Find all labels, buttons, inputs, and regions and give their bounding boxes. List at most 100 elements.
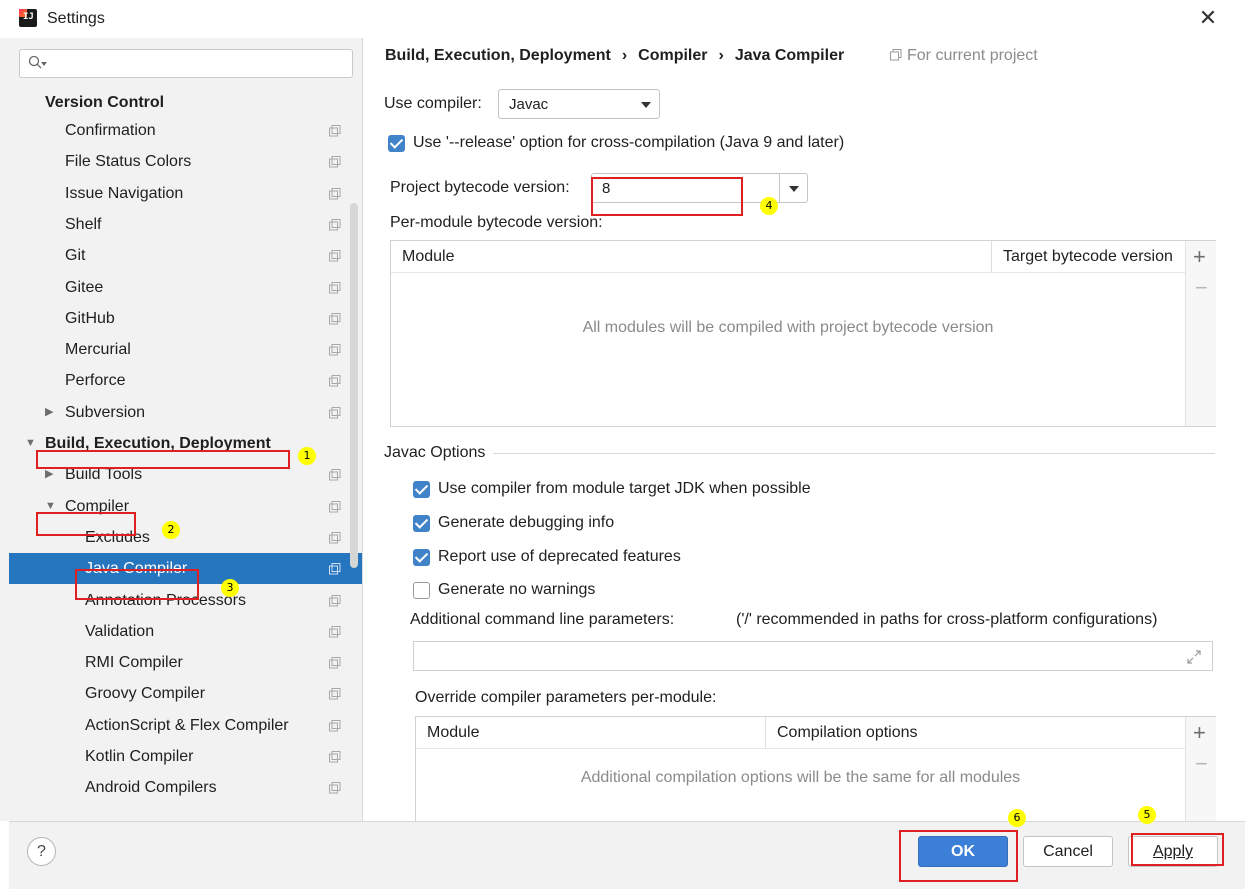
tree-item-issue-navigation[interactable]: Issue Navigation — [9, 178, 362, 209]
breadcrumb-item-current: Java Compiler — [734, 47, 845, 64]
project-scope-copy-icon — [329, 187, 341, 200]
use-compiler-value: Javac — [509, 96, 549, 113]
help-button[interactable]: ? — [27, 837, 56, 866]
sidebar-scrollbar[interactable] — [350, 203, 358, 568]
tree-item-excludes[interactable]: Excludes — [9, 522, 362, 553]
apply-button[interactable]: Apply — [1128, 836, 1218, 867]
javac-option-checkbox[interactable] — [413, 481, 430, 498]
project-scope-copy-icon — [329, 531, 341, 544]
additional-params-hint: ('/' recommended in paths for cross-plat… — [736, 611, 1158, 628]
tree-item-label: Confirmation — [65, 122, 156, 139]
annotation-marker: 5 — [1138, 806, 1156, 824]
tree-item-subversion[interactable]: ▶ Subversion — [9, 397, 362, 428]
project-scope-copy-icon — [329, 500, 341, 513]
tree-item-rmi-compiler[interactable]: RMI Compiler — [9, 647, 362, 678]
use-compiler-select[interactable]: Javac — [498, 89, 660, 119]
project-scope-copy-icon — [329, 125, 341, 137]
table-toolbar: + − — [1185, 241, 1216, 426]
bytecode-version-combobox[interactable]: 8 — [591, 173, 808, 203]
override-params-table[interactable]: Module Compilation options Additional co… — [415, 716, 1216, 826]
bytecode-version-label: Project bytecode version: — [390, 179, 570, 196]
column-divider — [991, 241, 992, 272]
tree-item-compiler[interactable]: ▼ Compiler — [9, 491, 362, 522]
annotation-marker: 3 — [221, 579, 239, 597]
javac-option-label: Report use of deprecated features — [438, 548, 681, 565]
remove-icon[interactable]: − — [1195, 753, 1208, 775]
tree-item-file-status-colors[interactable]: File Status Colors — [9, 146, 362, 177]
tree-item-label: Subversion — [65, 403, 146, 421]
project-scope-copy-icon — [329, 782, 341, 794]
tree-item-java-compiler[interactable]: Java Compiler — [9, 553, 362, 585]
combobox-divider — [779, 174, 780, 202]
remove-icon[interactable]: − — [1195, 277, 1208, 299]
bytecode-version-value[interactable]: 8 — [602, 180, 610, 197]
expand-arrow-down-icon[interactable]: ▼ — [25, 428, 36, 459]
tree-item-annotation-processors[interactable]: Annotation Processors — [9, 585, 362, 616]
project-scope-copy-icon — [329, 688, 341, 700]
expand-arrow-right-icon[interactable]: ▶ — [45, 459, 53, 490]
project-scope-copy-icon — [329, 250, 341, 262]
tree-item-label: Mercurial — [65, 341, 131, 359]
tree-item-label: File Status Colors — [65, 153, 192, 171]
add-icon[interactable]: + — [1193, 722, 1206, 744]
tree-item-label: Git — [65, 247, 86, 265]
project-scope-copy-icon — [329, 375, 341, 387]
javac-option-checkbox[interactable] — [413, 515, 430, 532]
app-icon-text: IJ — [23, 12, 34, 22]
header-divider — [391, 272, 1185, 273]
tree-item-mercurial[interactable]: Mercurial — [9, 334, 362, 365]
table-header-module[interactable]: Module — [402, 241, 454, 272]
column-divider — [765, 717, 766, 748]
expand-arrow-right-icon[interactable]: ▶ — [45, 397, 53, 428]
annotation-marker: 4 — [760, 197, 778, 215]
tree-item-perforce[interactable]: Perforce — [9, 365, 362, 396]
javac-option-checkbox[interactable] — [413, 582, 430, 599]
project-scope-copy-icon — [329, 156, 341, 168]
release-option-checkbox[interactable] — [388, 135, 405, 152]
tree-item-label: Groovy Compiler — [85, 685, 206, 703]
tree-item-github[interactable]: GitHub — [9, 303, 362, 334]
tree-item-kotlin-compiler[interactable]: Kotlin Compiler — [9, 741, 362, 772]
tree-item-actionscript-flex-compiler[interactable]: ActionScript & Flex Compiler — [9, 710, 362, 741]
breadcrumb-item[interactable]: Build, Execution, Deployment — [385, 47, 611, 64]
additional-params-label: Additional command line parameters: — [410, 611, 675, 628]
search-options-caret-icon[interactable] — [41, 62, 47, 66]
breadcrumb-item[interactable]: Compiler — [638, 47, 707, 64]
tree-item-android-compilers[interactable]: Android Compilers — [9, 772, 362, 803]
cancel-button[interactable]: Cancel — [1023, 836, 1113, 867]
tree-item-git[interactable]: Git — [9, 240, 362, 271]
section-divider — [493, 453, 1215, 454]
tree-item-shelf[interactable]: Shelf — [9, 209, 362, 240]
chevron-down-icon[interactable] — [789, 186, 799, 192]
tree-item-validation[interactable]: Validation — [9, 616, 362, 647]
ok-button[interactable]: OK — [918, 836, 1008, 867]
close-button[interactable]: ✕ — [1196, 6, 1220, 30]
tree-sticky-header-version-control[interactable]: Version Control — [9, 90, 349, 116]
project-scope-copy-icon — [329, 625, 341, 638]
add-icon[interactable]: + — [1193, 246, 1206, 268]
project-scope-copy-icon — [329, 312, 341, 325]
expand-icon[interactable] — [1186, 649, 1202, 665]
settings-search-input[interactable] — [19, 49, 353, 78]
header-divider — [416, 748, 1185, 749]
table-toolbar: + − — [1185, 717, 1216, 826]
table-header-target-version[interactable]: Target bytecode version — [1003, 241, 1173, 272]
release-option-label: Use '--release' option for cross-compila… — [413, 134, 845, 151]
chevron-down-icon — [641, 102, 651, 108]
project-scope-copy-icon — [329, 719, 341, 732]
javac-option-checkbox[interactable] — [413, 549, 430, 566]
tree-item-gitee[interactable]: Gitee — [9, 272, 362, 303]
expand-arrow-down-icon[interactable]: ▼ — [45, 491, 56, 522]
table-header-compilation-options[interactable]: Compilation options — [777, 717, 918, 748]
tree-item-label: RMI Compiler — [85, 654, 183, 672]
tree-item-label: Perforce — [65, 372, 126, 390]
additional-params-input[interactable] — [413, 641, 1213, 671]
table-header-module[interactable]: Module — [427, 717, 479, 748]
tree-item-groovy-compiler[interactable]: Groovy Compiler — [9, 678, 362, 709]
project-scope-copy-icon — [329, 751, 341, 763]
per-module-bytecode-table[interactable]: Module Target bytecode version All modul… — [390, 240, 1216, 427]
project-scope-copy-icon — [329, 469, 341, 481]
javac-option-label: Use compiler from module target JDK when… — [438, 480, 811, 497]
tree-item-confirmation[interactable]: Confirmation — [9, 115, 362, 146]
window-edge — [0, 38, 9, 821]
